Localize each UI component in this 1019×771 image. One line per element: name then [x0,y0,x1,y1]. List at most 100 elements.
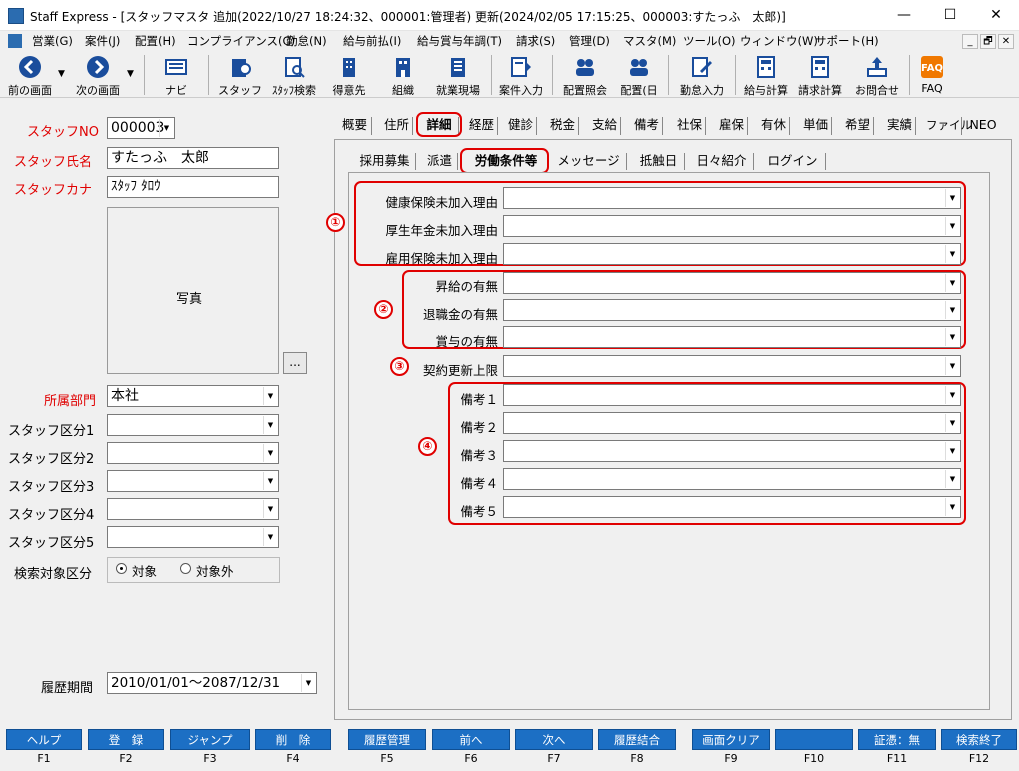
chevron-down-icon[interactable]: ▼ [945,189,959,207]
raise-select[interactable]: ▼ [503,272,961,294]
kubun5-select[interactable]: ▼ [107,526,279,548]
menu-attendance[interactable]: 勤怠(N) [286,33,327,49]
close-button[interactable]: ✕ [973,0,1019,31]
billing-calc-button[interactable]: 請求計算 [794,51,846,98]
f5-history-button[interactable]: 履歴管理 [348,729,426,750]
f1-help-button[interactable]: ヘルプ [6,729,82,750]
chevron-down-icon[interactable]: ▼ [263,500,277,518]
f11-evidence-button[interactable]: 証憑：無 [858,729,936,750]
renewal-limit-select[interactable]: ▼ [503,355,961,377]
kubun2-select[interactable]: ▼ [107,442,279,464]
employment-insurance-select[interactable]: ▼ [503,243,961,265]
menu-tools[interactable]: ツール(O) [683,33,736,49]
tab-social-insurance[interactable]: 社保 [674,117,706,135]
organization-button[interactable]: 組織 [380,51,426,98]
tab-unit-price[interactable]: 単価 [800,117,832,135]
forward-button[interactable]: 次の画面 [70,51,126,98]
faq-button[interactable]: FAQ FAQ [912,51,952,98]
staff-search-button[interactable]: ｽﾀｯﾌ検索 [266,51,322,98]
chevron-down-icon[interactable]: ▼ [945,470,959,488]
radio-target[interactable] [116,563,127,574]
back-dropdown-icon[interactable]: ▼ [58,69,65,79]
note4-select[interactable]: ▼ [503,468,961,490]
subtab-message[interactable]: メッセージ [551,153,627,170]
note1-select[interactable]: ▼ [503,384,961,406]
tab-paid-leave[interactable]: 有休 [758,117,790,135]
chevron-down-icon[interactable]: ▼ [945,386,959,404]
radio-nontarget[interactable] [180,563,191,574]
tab-neo[interactable]: NEO [968,117,998,135]
inquiry-button[interactable]: お問合せ [850,51,904,98]
f8-merge-history-button[interactable]: 履歴結合 [598,729,676,750]
chevron-down-icon[interactable]: ▼ [945,328,959,346]
menu-billing[interactable]: 請求(S) [516,33,555,49]
note3-select[interactable]: ▼ [503,440,961,462]
kubun1-select[interactable]: ▼ [107,414,279,436]
tab-preference[interactable]: 希望 [842,117,874,135]
chevron-down-icon[interactable]: ▼ [945,301,959,319]
f12-end-search-button[interactable]: 検索終了 [941,729,1017,750]
subtab-daily-referral[interactable]: 日々紹介 [690,153,754,170]
back-button[interactable]: 前の画面 [2,51,58,98]
placement-daily-button[interactable]: 配置(日 [614,51,664,98]
staff-kana-field[interactable]: ｽﾀｯﾌ ﾀﾛｳ [107,176,279,198]
f6-prev-button[interactable]: 前へ [432,729,510,750]
f9-clear-button[interactable]: 画面クリア [692,729,770,750]
tab-employment-insurance[interactable]: 雇保 [716,117,748,135]
f3-jump-button[interactable]: ジャンプ [170,729,250,750]
note2-select[interactable]: ▼ [503,412,961,434]
health-insurance-select[interactable]: ▼ [503,187,961,209]
f10-button[interactable] [775,729,853,750]
retirement-allowance-select[interactable]: ▼ [503,299,961,321]
staff-no-select[interactable]: 000003 ▼ [107,117,175,139]
chevron-down-icon[interactable]: ▼ [945,498,959,516]
chevron-down-icon[interactable]: ▼ [945,414,959,432]
dept-select[interactable]: 本社 ▼ [107,385,279,407]
chevron-down-icon[interactable]: ▼ [263,444,277,462]
note5-select[interactable]: ▼ [503,496,961,518]
project-entry-button[interactable]: 案件入力 [494,51,548,98]
chevron-down-icon[interactable]: ▼ [945,442,959,460]
staff-name-field[interactable]: すたっふ 太郎 [107,147,279,169]
bonus-select[interactable]: ▼ [503,326,961,348]
chevron-down-icon[interactable]: ▼ [301,674,315,692]
chevron-down-icon[interactable]: ▼ [945,245,959,263]
menu-admin[interactable]: 管理(D) [569,33,610,49]
menu-compliance[interactable]: コンプライアンス(C) [187,33,295,49]
subtab-login[interactable]: ログイン [760,153,826,170]
menu-window[interactable]: ウィンドウ(W) [740,33,818,49]
mdi-close-button[interactable]: ✕ [998,34,1014,49]
subtab-conflict-date[interactable]: 抵触日 [633,153,685,170]
tab-health[interactable]: 健診 [505,117,537,135]
chevron-down-icon[interactable]: ▼ [159,119,173,137]
chevron-down-icon[interactable]: ▼ [263,472,277,490]
menu-master[interactable]: マスタ(M) [623,33,676,49]
menu-sales[interactable]: 営業(G) [32,33,73,49]
attendance-entry-button[interactable]: 勤怠入力 [674,51,730,98]
staff-button[interactable]: スタッフ [214,51,266,98]
chevron-down-icon[interactable]: ▼ [945,274,959,292]
chevron-down-icon[interactable]: ▼ [263,387,277,405]
forward-dropdown-icon[interactable]: ▼ [127,69,134,79]
tab-file[interactable]: ファイル [926,117,972,135]
menu-payroll[interactable]: 給与賞与年調(T) [417,33,502,49]
menu-project[interactable]: 案件(J) [85,33,120,49]
kubun4-select[interactable]: ▼ [107,498,279,520]
menu-placement[interactable]: 配置(H) [135,33,176,49]
kubun3-select[interactable]: ▼ [107,470,279,492]
tab-address[interactable]: 住所 [381,117,413,135]
mdi-restore-button[interactable]: 🗗 [980,34,996,49]
menu-advance[interactable]: 給与前払(I) [343,33,401,49]
mdi-minimize-button[interactable]: _ [962,34,978,49]
pension-select[interactable]: ▼ [503,215,961,237]
maximize-button[interactable]: ☐ [927,0,973,31]
placement-inquiry-button[interactable]: 配置照会 [558,51,612,98]
f4-delete-button[interactable]: 削 除 [255,729,331,750]
tab-payment[interactable]: 支給 [589,117,621,135]
chevron-down-icon[interactable]: ▼ [263,528,277,546]
tab-results[interactable]: 実績 [884,117,916,135]
customer-button[interactable]: 得意先 [326,51,372,98]
menu-support[interactable]: サポート(H) [815,33,879,49]
chevron-down-icon[interactable]: ▼ [945,357,959,375]
minimize-button[interactable]: — [881,0,927,31]
